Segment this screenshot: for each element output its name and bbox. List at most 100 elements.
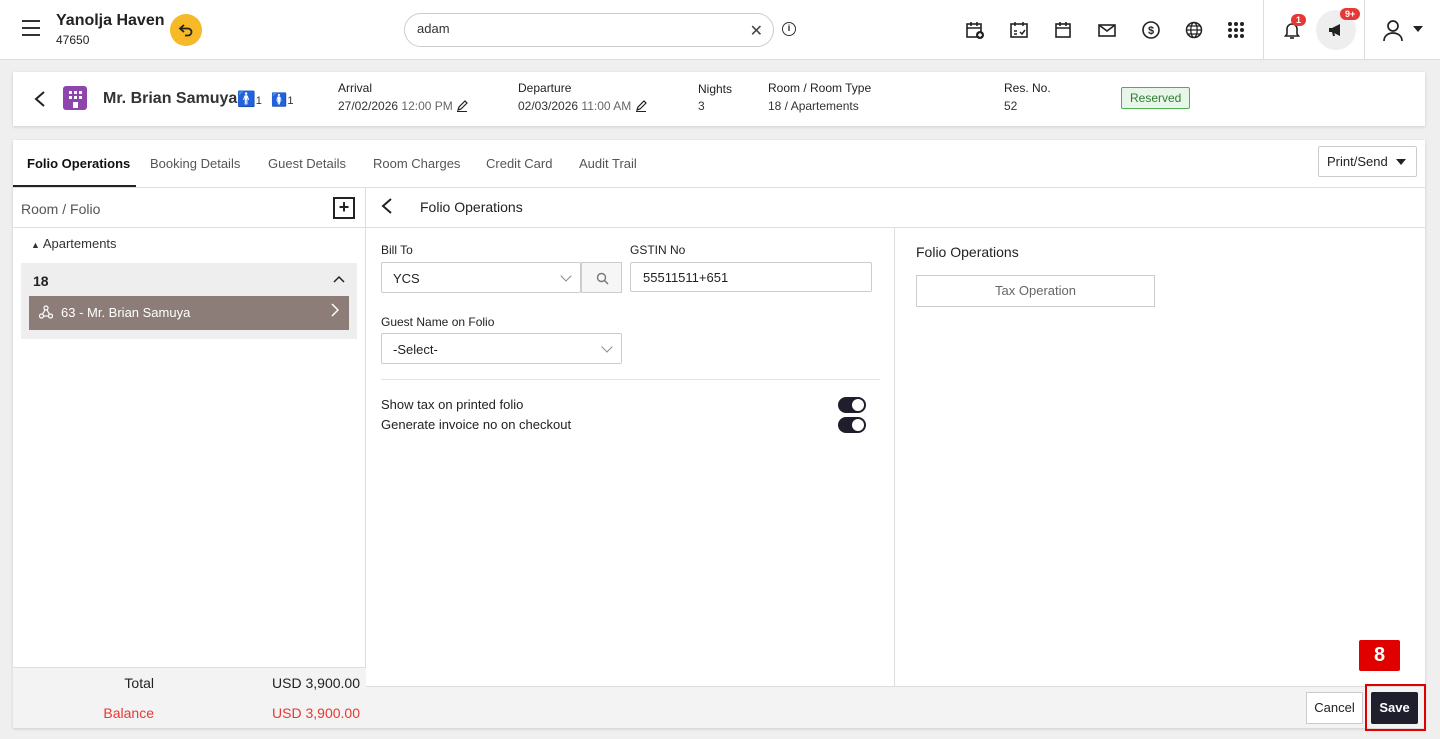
form-divider <box>381 379 880 380</box>
generate-invoice-toggle[interactable] <box>838 417 866 433</box>
pax-count: 🚹1 🚺1 <box>237 90 293 108</box>
show-tax-toggle[interactable] <box>838 397 866 413</box>
edit-departure-icon[interactable] <box>635 100 647 115</box>
tax-operation-button[interactable]: Tax Operation <box>916 275 1155 307</box>
nights-value: 3 <box>698 99 705 113</box>
room-type-label: Room / Room Type <box>768 81 872 95</box>
folio-item-label: 63 - Mr. Brian Samuya <box>61 305 191 320</box>
search-input[interactable] <box>417 21 737 36</box>
gstin-input[interactable]: 55511511+651 <box>630 262 872 292</box>
apps-grid-icon[interactable] <box>1226 20 1246 40</box>
room-group: 18 63 - Mr. Brian Samuya <box>21 263 357 339</box>
reservation-summary: Mr. Brian Samuya 🚹1 🚺1 Arrival 27/02/202… <box>13 72 1425 126</box>
bill-to-label: Bill To <box>381 243 413 257</box>
arrival-date: 27/02/2026 <box>338 99 399 113</box>
info-icon[interactable]: i <box>782 22 796 36</box>
total-label: Total <box>124 675 154 691</box>
back-arrow-icon[interactable] <box>380 197 394 220</box>
search-icon <box>596 272 609 285</box>
child-icon: 🚺 <box>271 92 288 107</box>
folio-item[interactable]: 63 - Mr. Brian Samuya <box>29 296 349 330</box>
gstin-value: 55511511+651 <box>643 270 729 285</box>
top-bar: Yanolja Haven 47650 ✕ i $ 1 9+ <box>0 0 1440 60</box>
announcement-count-badge: 9+ <box>1340 8 1361 20</box>
bill-to-value: YCS <box>393 271 420 286</box>
departure-time: 11:00 AM <box>581 99 632 113</box>
folio-operations-header: Folio Operations <box>366 188 1425 228</box>
app-name: Yanolja Haven <box>56 12 165 29</box>
guest-name-on-folio-value: -Select- <box>393 342 438 357</box>
add-folio-icon[interactable]: + <box>333 197 355 219</box>
step-number-marker: 8 <box>1359 640 1400 671</box>
active-tab-indicator <box>13 185 136 187</box>
status-badge: Reserved <box>1121 87 1191 109</box>
res-no-value: 52 <box>1004 99 1018 113</box>
chevron-up-icon[interactable] <box>333 272 345 286</box>
folio-operations-actions: Folio Operations Tax Operation <box>896 228 1425 686</box>
bill-to-search-button[interactable] <box>581 262 622 293</box>
property-code: 47650 <box>56 33 90 47</box>
user-avatar-icon[interactable] <box>1381 18 1405 42</box>
guest-name-on-folio-select[interactable]: -Select- <box>381 333 622 364</box>
toolbar-divider <box>1263 0 1264 60</box>
arrival-label: Arrival <box>338 81 373 95</box>
tab-credit-card[interactable]: Credit Card <box>486 156 552 171</box>
balance-label: Balance <box>103 705 154 721</box>
user-menu-caret-icon[interactable] <box>1413 26 1423 32</box>
guest-name: Mr. Brian Samuya <box>103 90 238 107</box>
toggle-knob <box>852 419 864 431</box>
arrival-value: 27/02/2026 12:00 PM <box>338 99 468 115</box>
nights-label: Nights <box>698 82 733 96</box>
building-icon <box>63 86 87 110</box>
room-type-group[interactable]: ▲ Apartements <box>31 236 117 251</box>
clear-search-icon[interactable]: ✕ <box>750 21 763 41</box>
adults-count: 1 <box>255 95 262 107</box>
folio-form: Bill To YCS GSTIN No 55511511+651 Guest … <box>366 228 895 686</box>
children-count: 1 <box>287 95 294 107</box>
toggle-knob <box>852 399 864 411</box>
globe-icon[interactable] <box>1185 20 1205 40</box>
calendar-check-icon[interactable] <box>1009 20 1029 40</box>
toolbar-divider <box>1364 0 1365 60</box>
chevron-down-icon <box>601 341 613 353</box>
share-node-icon <box>38 305 54 322</box>
calendar-add-icon[interactable] <box>965 20 985 40</box>
dollar-icon[interactable]: $ <box>1141 20 1161 40</box>
print-send-dropdown[interactable]: Print/Send <box>1318 146 1417 177</box>
undo-icon[interactable] <box>170 14 202 46</box>
tab-guest-details[interactable]: Guest Details <box>268 156 346 171</box>
search-bar[interactable]: ✕ <box>404 13 774 47</box>
room-folio-panel: Room / Folio + ▲ Apartements 18 63 - Mr.… <box>13 188 366 728</box>
edit-arrival-icon[interactable] <box>456 100 468 115</box>
tab-booking-details[interactable]: Booking Details <box>150 156 240 171</box>
tab-folio-operations[interactable]: Folio Operations <box>27 156 130 171</box>
guest-name-on-folio-label: Guest Name on Folio <box>381 315 495 329</box>
tab-audit-trail[interactable]: Audit Trail <box>579 156 637 171</box>
room-folio-header: Room / Folio + <box>13 188 366 228</box>
tab-room-charges[interactable]: Room Charges <box>373 156 460 171</box>
arrival-time: 12:00 PM <box>401 99 453 113</box>
adult-icon: 🚹 <box>237 91 256 108</box>
megaphone-icon[interactable] <box>1326 20 1346 40</box>
departure-date: 02/03/2026 <box>518 99 579 113</box>
mail-icon[interactable] <box>1097 20 1117 40</box>
departure-label: Departure <box>518 81 572 95</box>
collapse-triangle-icon: ▲ <box>31 240 40 250</box>
menu-icon[interactable] <box>22 20 40 36</box>
calendar-icon[interactable] <box>1053 20 1073 40</box>
folio-panel: Folio Operations Booking Details Guest D… <box>13 140 1425 728</box>
room-folio-title: Room / Folio <box>21 201 101 217</box>
tab-bar: Folio Operations Booking Details Guest D… <box>13 140 1425 188</box>
bill-to-select[interactable]: YCS <box>381 262 581 293</box>
cancel-button[interactable]: Cancel <box>1306 692 1363 724</box>
actions-title: Folio Operations <box>916 244 1019 260</box>
gstin-label: GSTIN No <box>630 243 686 257</box>
room-type-value: 18 / Apartements <box>768 99 859 113</box>
chevron-right-icon <box>331 303 340 320</box>
back-arrow-icon[interactable] <box>33 90 47 113</box>
action-footer: Cancel Save <box>366 686 1425 728</box>
generate-invoice-label: Generate invoice no on checkout <box>381 417 572 432</box>
total-value: USD 3,900.00 <box>272 675 360 691</box>
balance-value: USD 3,900.00 <box>272 705 360 721</box>
caret-down-icon <box>1396 159 1406 165</box>
